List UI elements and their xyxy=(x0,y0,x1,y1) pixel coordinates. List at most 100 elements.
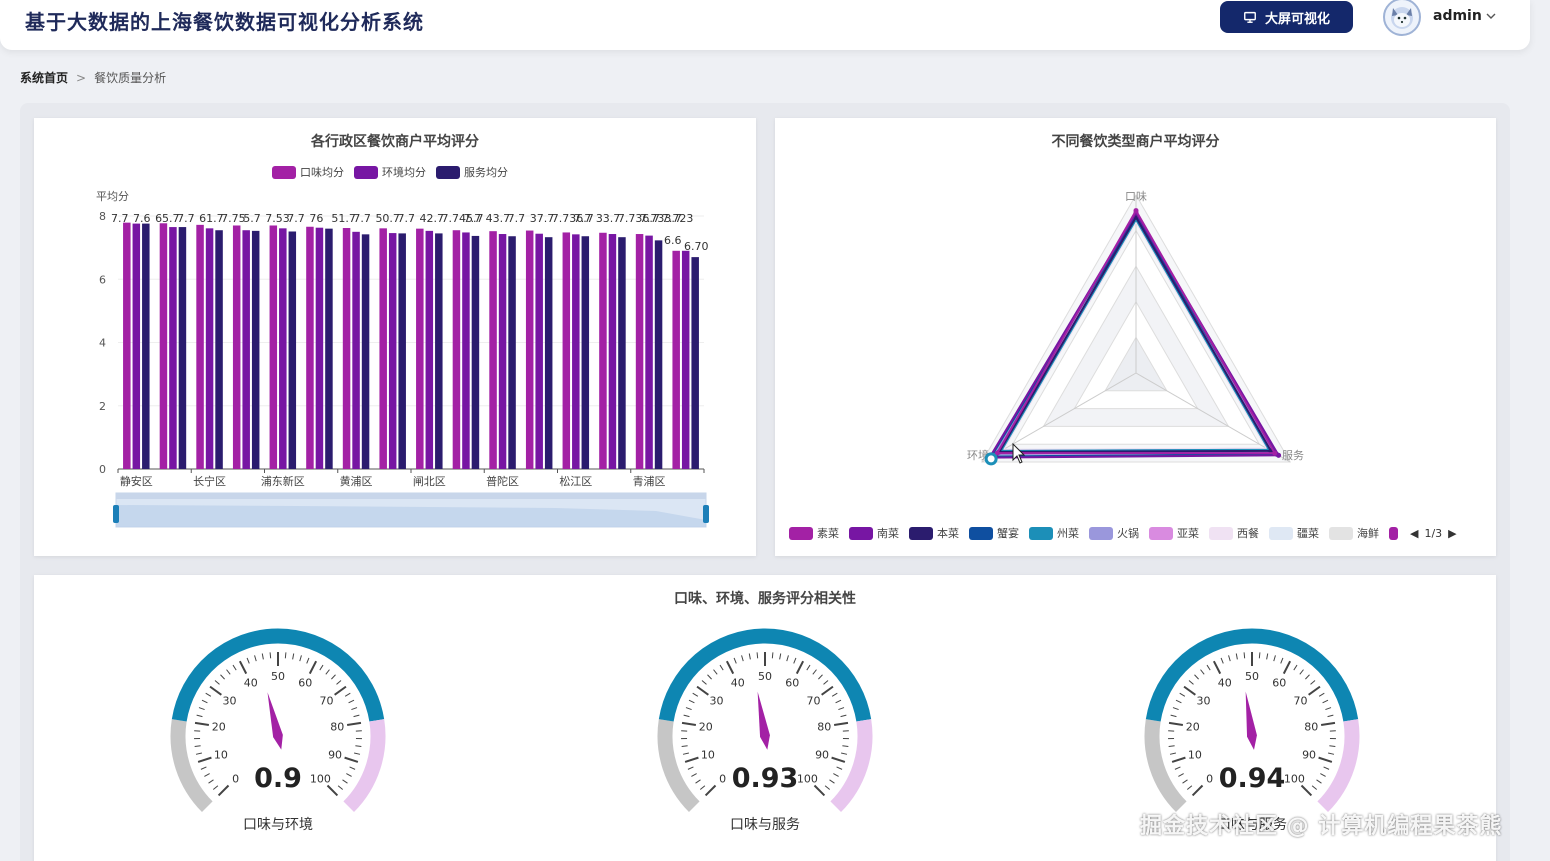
radar-hover-point[interactable] xyxy=(984,452,998,466)
bar-口味均分[interactable] xyxy=(232,225,241,469)
bar-环境均分[interactable] xyxy=(242,230,250,469)
radar-legend-item[interactable]: 本菜 xyxy=(909,525,959,541)
legend-prev-icon[interactable]: ◀ xyxy=(1410,527,1418,540)
gauge-tick-label: 10 xyxy=(1188,749,1202,762)
legend-swatch xyxy=(1149,526,1173,540)
datazoom-handle-left[interactable] xyxy=(113,505,119,523)
bar-环境均分[interactable] xyxy=(462,232,470,469)
gauge-tick xyxy=(292,653,295,660)
gauge-tick xyxy=(208,779,214,784)
bar-环境均分[interactable] xyxy=(498,234,507,469)
bar-服务均分[interactable] xyxy=(581,236,590,469)
bar-口味均分[interactable] xyxy=(599,232,607,469)
big-screen-button[interactable]: 大屏可视化 xyxy=(1220,1,1353,33)
bar-口味均分[interactable] xyxy=(123,222,131,469)
bar-data-label: 43.7 xyxy=(486,212,511,225)
bar-口味均分[interactable] xyxy=(342,228,351,469)
radar-legend-item[interactable]: 蟹宴 xyxy=(969,525,1019,541)
bar-环境均分[interactable] xyxy=(169,227,177,469)
gauge-tick xyxy=(1320,773,1326,777)
cuisine-rating-card: 不同餐饮类型商户平均评分 口味 服务 环境 素菜 南菜 本菜 蟹宴 州菜 火锅 亚菜 西餐 疆菜 海鲜… xyxy=(775,118,1496,556)
bar-环境均分[interactable] xyxy=(425,230,434,469)
bar-服务均分[interactable] xyxy=(691,257,699,469)
bar-data-label: 51.7 xyxy=(331,212,356,225)
bar-data-label: 7.7 xyxy=(574,212,592,225)
legend-next-icon[interactable]: ▶ xyxy=(1448,527,1456,540)
bar-口味均分[interactable] xyxy=(672,250,680,469)
bar-服务均分[interactable] xyxy=(251,230,260,469)
gauge-tick xyxy=(337,785,344,790)
username[interactable]: admin xyxy=(1433,8,1482,24)
radar-legend-item[interactable]: 素菜 xyxy=(789,525,839,541)
gauge-tick xyxy=(812,669,817,675)
bar-口味均分[interactable] xyxy=(269,225,278,469)
bar-环境均分[interactable] xyxy=(205,228,214,469)
gauge-tick xyxy=(741,655,744,662)
radar-legend-item[interactable]: 州菜 xyxy=(1029,525,1079,541)
bar-口味均分[interactable] xyxy=(416,228,424,469)
radar-legend-item[interactable]: 南菜 xyxy=(849,525,899,541)
bar-服务均分[interactable] xyxy=(618,237,626,469)
bar-环境均分[interactable] xyxy=(572,234,580,469)
bar-服务均分[interactable] xyxy=(215,230,223,469)
bar-服务均分[interactable] xyxy=(508,236,516,469)
radar-point[interactable] xyxy=(1272,450,1278,456)
bar-服务均分[interactable] xyxy=(435,233,443,469)
radar-legend-item[interactable]: 海鲜 xyxy=(1329,525,1379,541)
bar-口味均分[interactable] xyxy=(159,223,168,469)
gauge-tick xyxy=(348,699,355,704)
gauge-tick-label: 60 xyxy=(785,677,799,690)
bar-环境均分[interactable] xyxy=(388,233,397,469)
bar-口味均分[interactable] xyxy=(452,230,461,469)
bar-口味均分[interactable] xyxy=(196,224,204,469)
bar-口味均分[interactable] xyxy=(562,232,571,469)
gauge-tick xyxy=(1243,652,1246,659)
bar-口味均分[interactable] xyxy=(489,231,497,469)
bar-环境均分[interactable] xyxy=(608,234,617,469)
breadcrumb-home[interactable]: 系统首页 xyxy=(20,69,68,86)
bar-环境均分[interactable] xyxy=(645,235,653,469)
gauge-tick xyxy=(1310,680,1316,685)
bar-环境均分[interactable] xyxy=(681,250,690,469)
bar-口味均分[interactable] xyxy=(635,234,644,469)
bar-服务均分[interactable] xyxy=(325,228,333,469)
bar-data-label: 7.7 xyxy=(353,212,371,225)
gauge-tick xyxy=(325,669,330,675)
datazoom-handle-right[interactable] xyxy=(703,505,709,523)
bar-服务均分[interactable] xyxy=(142,223,150,469)
gauge-tick xyxy=(354,752,361,755)
bar-服务均分[interactable] xyxy=(544,237,553,469)
avatar[interactable] xyxy=(1383,0,1421,36)
bar-口味均分[interactable] xyxy=(379,228,387,469)
gauge-band-low xyxy=(1144,719,1187,813)
bar-环境均分[interactable] xyxy=(535,233,543,469)
bar-服务均分[interactable] xyxy=(361,234,370,469)
radar-legend-item[interactable]: 亚菜 xyxy=(1149,525,1199,541)
gauge-tick xyxy=(308,660,318,675)
datazoom-bar[interactable] xyxy=(116,493,706,499)
bar-服务均分[interactable] xyxy=(398,233,406,469)
bar-口味均分[interactable] xyxy=(306,226,314,469)
bar-环境均分[interactable] xyxy=(279,228,287,469)
radar-legend-item[interactable]: 西餐 xyxy=(1209,525,1259,541)
radar-indicator-service: 服务 xyxy=(1282,449,1304,462)
bar-环境均分[interactable] xyxy=(315,227,324,469)
bar-data-label: 37.7 xyxy=(530,212,555,225)
bar-服务均分[interactable] xyxy=(288,231,297,469)
bar-口味均分[interactable] xyxy=(525,230,534,469)
gauge-tick xyxy=(687,766,694,770)
bar-服务均分[interactable] xyxy=(178,227,187,469)
bar-环境均分[interactable] xyxy=(352,231,360,469)
bar-服务均分[interactable] xyxy=(654,240,663,469)
gauge-tick xyxy=(1305,674,1310,680)
bar-环境均分[interactable] xyxy=(132,223,141,469)
gauge-tick-label: 90 xyxy=(815,749,829,762)
bar-data-label: 6.70 xyxy=(684,240,709,253)
gauge-band-low xyxy=(170,719,213,813)
chevron-down-icon[interactable] xyxy=(1484,9,1498,23)
radar-point[interactable] xyxy=(1133,208,1139,214)
radar-legend-item[interactable]: 火锅 xyxy=(1089,525,1139,541)
bar-服务均分[interactable] xyxy=(471,235,480,469)
x-tick-label: 闸北区 xyxy=(413,475,446,488)
radar-legend-item[interactable]: 疆菜 xyxy=(1269,525,1319,541)
